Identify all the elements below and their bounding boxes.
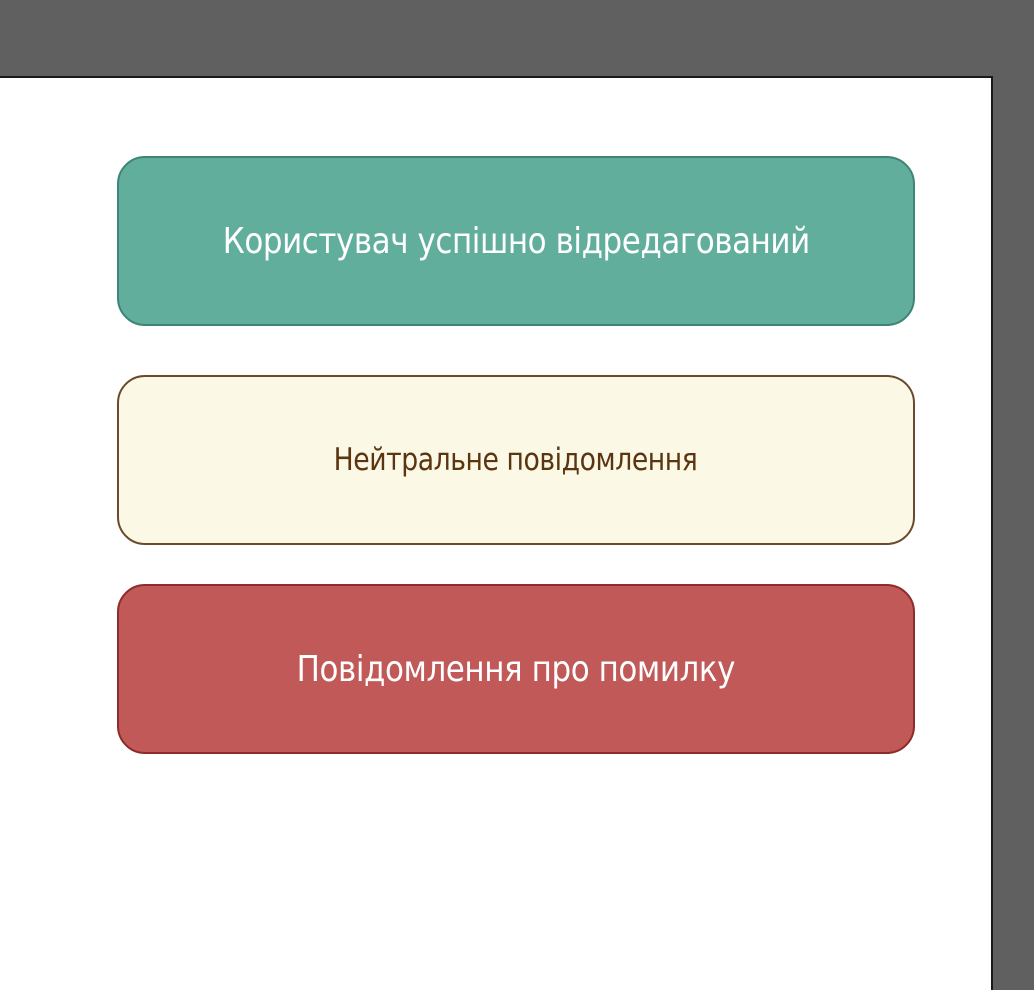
success-alert-text: Користувач успішно відредагований [222, 220, 810, 262]
neutral-alert: Нейтральне повідомлення [117, 375, 915, 545]
error-alert-text: Повідомлення про помилку [296, 648, 736, 690]
page-canvas: Користувач успішно відредагований Нейтра… [0, 76, 993, 990]
error-alert: Повідомлення про помилку [117, 584, 915, 754]
success-alert: Користувач успішно відредагований [117, 156, 915, 326]
neutral-alert-text: Нейтральне повідомлення [334, 442, 698, 478]
